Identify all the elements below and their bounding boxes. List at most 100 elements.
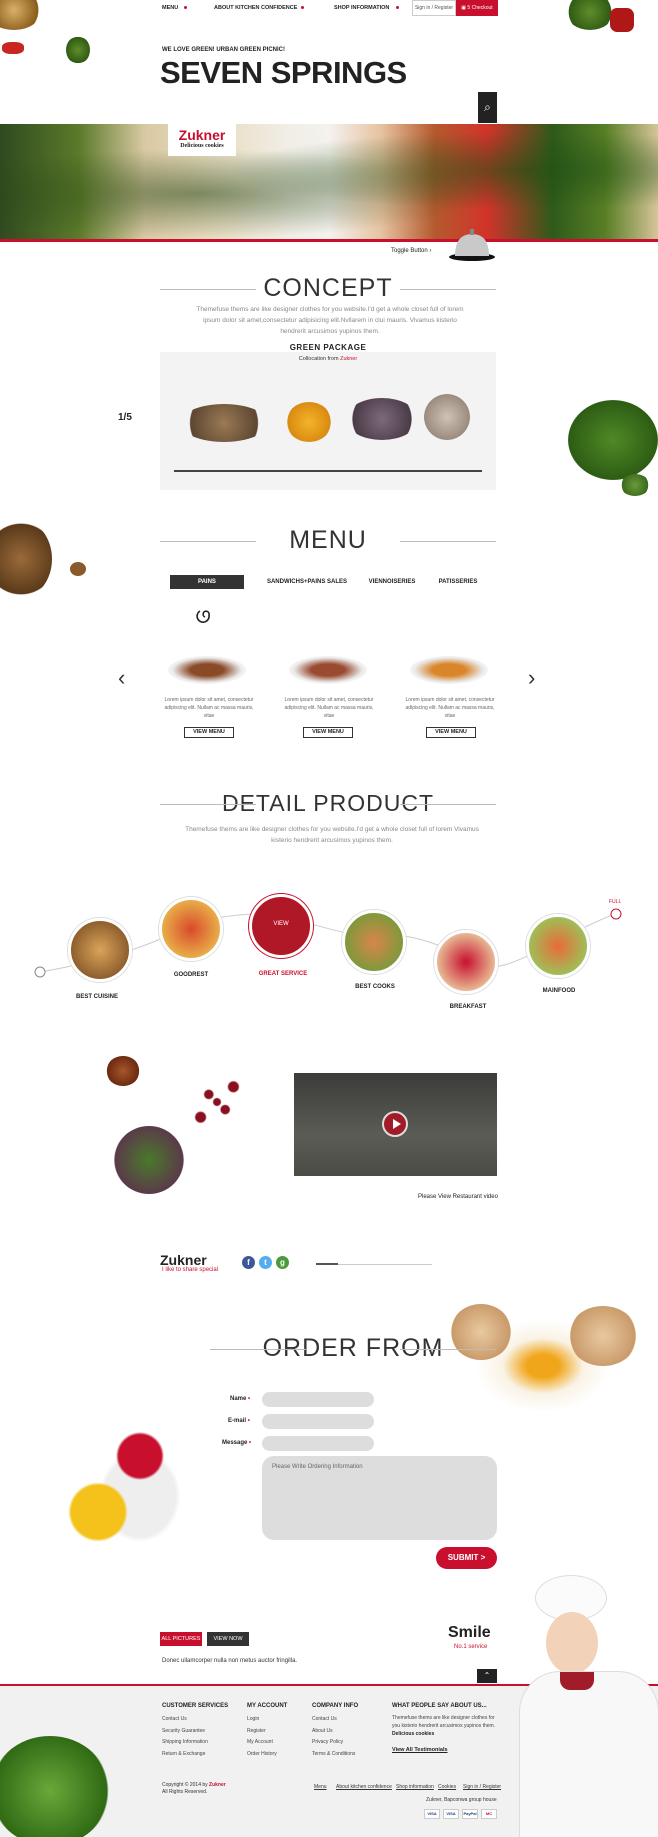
menu-item-text: Lorem ipsum dolor sit amet, consectetur …: [405, 697, 495, 719]
email-field[interactable]: [262, 1414, 374, 1429]
hero-divider: [0, 239, 658, 242]
detail-full-label[interactable]: FULL: [609, 899, 621, 905]
share-brand: Zukner: [160, 1252, 207, 1268]
decor-nuts-topleft: [0, 0, 42, 30]
chef-face: [546, 1612, 598, 1674]
message-label-text: Message: [222, 1440, 248, 1446]
service-bell-icon[interactable]: [447, 228, 497, 262]
food-item: [424, 394, 470, 440]
tab-patisseries[interactable]: PATISSERIES: [432, 575, 484, 589]
play-icon[interactable]: [382, 1111, 408, 1137]
footer-link[interactable]: Contact Us: [162, 1714, 228, 1726]
all-pictures-button[interactable]: ALL PICTURES: [160, 1632, 202, 1646]
food-item: [180, 404, 268, 442]
footer-bottom-link[interactable]: Menu: [314, 1784, 327, 1790]
detail-circle-breakfast[interactable]: [434, 930, 498, 994]
nav-dot: [184, 6, 187, 9]
smile-logo: Smile: [448, 1624, 491, 1641]
detail-circle-best-cuisine[interactable]: [68, 918, 132, 982]
visa-card-icon: VISA: [424, 1809, 440, 1819]
footer-link[interactable]: Login: [247, 1714, 287, 1726]
footer-bottom-link[interactable]: Shop information: [396, 1784, 434, 1790]
page: MENU ABOUT KITCHEN CONFIDENCE SHOP INFOR…: [0, 0, 658, 1837]
checkout-count: 5: [467, 5, 471, 11]
view-menu-button[interactable]: VIEW MENU: [184, 727, 234, 738]
nav-shop-information[interactable]: SHOP INFORMATION: [334, 5, 389, 11]
detail-circle-great-service[interactable]: VIEW: [249, 894, 313, 958]
package-image: [160, 352, 496, 490]
footer-link[interactable]: Register: [247, 1726, 287, 1738]
footer-link[interactable]: Return & Exchange: [162, 1749, 228, 1761]
detail-description: Themefuse thems are like designer clothe…: [185, 826, 479, 844]
footer-link[interactable]: About Us: [312, 1726, 358, 1738]
menu-prev-arrow[interactable]: ‹: [118, 665, 125, 691]
decor-walnuts-left: [0, 520, 52, 598]
twitter-icon[interactable]: t: [259, 1256, 272, 1269]
page-title: SEVEN SPRINGS: [160, 55, 407, 90]
detail-view-label: VIEW: [273, 921, 289, 927]
chef-coat: [520, 1672, 658, 1837]
footer-link[interactable]: Privacy Policy: [312, 1737, 358, 1749]
view-now-button[interactable]: VIEW NOW: [207, 1632, 249, 1646]
copyright-brand: Zukner: [209, 1782, 226, 1788]
search-button[interactable]: ⌕: [478, 92, 497, 123]
view-menu-button[interactable]: VIEW MENU: [426, 727, 476, 738]
footer-link[interactable]: Security Guarantee: [162, 1726, 228, 1738]
footer-my-account: MY ACCOUNT Login Register My Account Ord…: [247, 1703, 287, 1760]
hero-banner-shading: [0, 124, 658, 240]
order-textarea[interactable]: Please Write Ordering Information: [262, 1456, 497, 1540]
concept-pager[interactable]: 1/5: [118, 412, 132, 423]
footer-testimonials: WHAT PEOPLE SAY ABOUT US... Themefuse th…: [392, 1703, 502, 1756]
google-icon[interactable]: g: [276, 1256, 289, 1269]
share-subtitle: I like to share special: [162, 1267, 219, 1273]
footer-bottom-link[interactable]: Cookies: [438, 1784, 456, 1790]
menu-dish-image: [168, 656, 246, 684]
logo-sub: Delicious cookies: [180, 143, 224, 149]
footer-link[interactable]: Contact Us: [312, 1714, 358, 1726]
paypal-icon: PayPal: [462, 1809, 478, 1819]
tab-pains[interactable]: PAINS: [170, 575, 244, 589]
tab-sandwichs[interactable]: SANDWICHS+PAINS SALES: [262, 575, 352, 589]
decor-eggshell-right: [568, 1306, 638, 1366]
detail-circle-goodrest[interactable]: [159, 897, 223, 961]
footer-bottom-link[interactable]: Sign in / Register: [463, 1784, 501, 1790]
nav-about-kitchen[interactable]: ABOUT KITCHEN CONFIDENCE: [214, 5, 297, 11]
search-icon: ⌕: [484, 100, 491, 114]
message-field[interactable]: [262, 1436, 374, 1451]
detail-circle-best-cooks[interactable]: [342, 910, 406, 974]
facebook-icon[interactable]: f: [242, 1256, 255, 1269]
sign-in-link[interactable]: Sign in / Register: [412, 0, 456, 16]
decor-spice: [106, 1056, 140, 1086]
share-divider-accent: [316, 1263, 338, 1265]
footer-heading: CUSTOMER SERVICES: [162, 1703, 229, 1709]
restaurant-video[interactable]: [294, 1073, 497, 1176]
footer-link[interactable]: Shipping Information: [162, 1737, 228, 1749]
decor-peppercorn-right: [620, 474, 650, 496]
detail-circle-mainfood[interactable]: [526, 914, 590, 978]
view-all-testimonials-link[interactable]: View All Testimonials: [392, 1747, 448, 1753]
submit-button[interactable]: SUBMIT >: [436, 1547, 497, 1569]
decor-chili: [2, 42, 24, 54]
view-menu-button[interactable]: VIEW MENU: [303, 727, 353, 738]
checkout-button[interactable]: ▣ 5 Checkout: [456, 0, 498, 16]
menu-next-arrow[interactable]: ›: [528, 665, 535, 691]
label-great-service: GREAT SERVICE: [258, 971, 308, 977]
footer-link[interactable]: My Account: [247, 1737, 287, 1749]
testimonial-author: Delicious cookies: [392, 1731, 435, 1737]
package-subtitle: Collocation from Zukner: [160, 356, 496, 362]
brand-logo[interactable]: Zukner Delicious cookies: [168, 124, 236, 156]
toggle-button[interactable]: Toggle Button ›: [391, 248, 431, 254]
label-mainfood: MAINFOOD: [542, 988, 576, 994]
footer-link[interactable]: Order History: [247, 1749, 287, 1761]
tab-viennoiseries[interactable]: VIENNOISERIES: [362, 575, 422, 589]
chef-collar: [560, 1672, 594, 1690]
label-goodrest: GOODREST: [173, 972, 209, 978]
cart-icon: ▣: [461, 5, 467, 11]
name-field[interactable]: [262, 1392, 374, 1407]
nav-menu[interactable]: MENU: [162, 5, 178, 11]
footer-link[interactable]: Terms & Conditions: [312, 1749, 358, 1761]
mastercard-icon: MC: [481, 1809, 497, 1819]
decor-pepper-topright: [610, 8, 634, 32]
footer-bottom-link[interactable]: About kitchen confidence: [336, 1784, 392, 1790]
back-to-top-button[interactable]: ⌃: [477, 1669, 497, 1683]
